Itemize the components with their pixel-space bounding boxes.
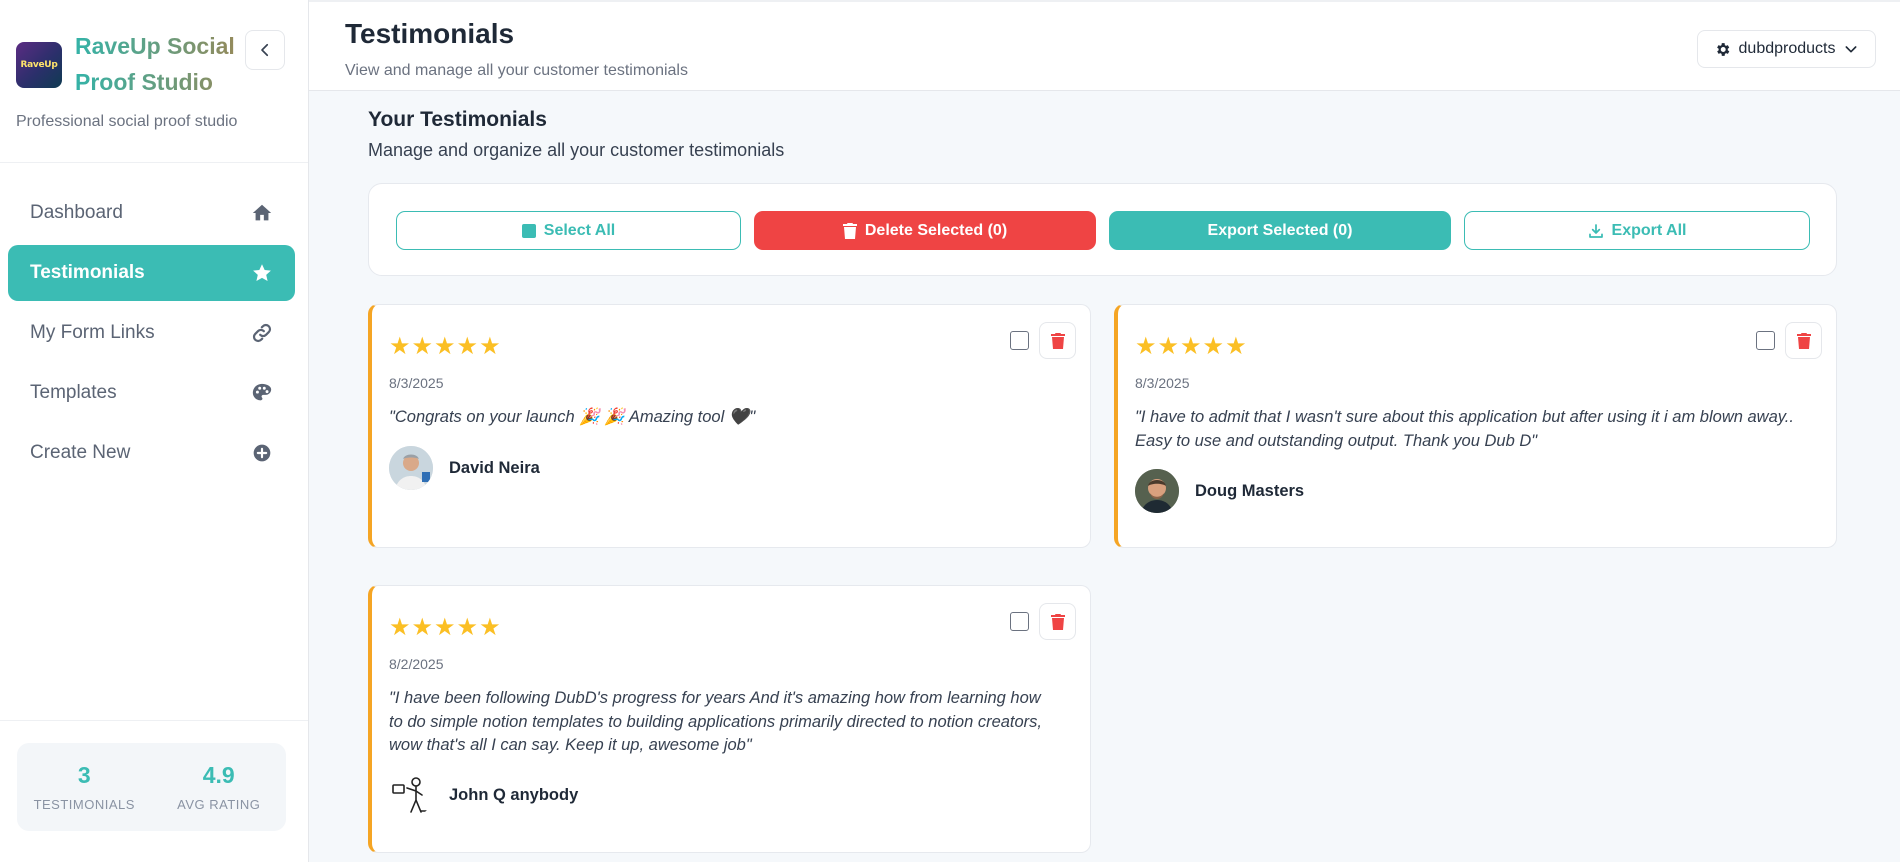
palette-icon bbox=[251, 382, 273, 404]
trash-icon bbox=[1796, 332, 1811, 349]
stats-panel: 3 TESTIMONIALS 4.9 AVG RATING bbox=[17, 743, 286, 831]
author-name: David Neira bbox=[449, 458, 540, 477]
select-checkbox[interactable] bbox=[1010, 612, 1029, 631]
avatar bbox=[389, 446, 433, 490]
chevron-down-icon bbox=[1846, 46, 1857, 53]
testimonial-card: ★★★★★ 8/3/2025 "I have to admit that I w… bbox=[1114, 304, 1837, 548]
sidebar-item-label: Create New bbox=[30, 442, 131, 463]
home-icon bbox=[251, 202, 273, 224]
stat-avg-rating: 4.9 AVG RATING bbox=[152, 743, 287, 831]
sidebar-divider bbox=[0, 720, 308, 721]
plus-circle-icon bbox=[251, 442, 273, 464]
sidebar: RaveUp RaveUp Social Proof Studio Profes… bbox=[0, 0, 309, 862]
avatar bbox=[389, 773, 433, 817]
export-all-button[interactable]: Export All bbox=[1464, 211, 1810, 250]
page-title: Testimonials bbox=[345, 18, 515, 49]
sidebar-item-templates[interactable]: Templates bbox=[8, 365, 295, 421]
quote-line: "I have been following DubD's progress f… bbox=[389, 689, 1041, 707]
author-name: Doug Masters bbox=[1195, 481, 1305, 500]
section-title: Your Testimonials bbox=[368, 108, 547, 131]
select-checkbox[interactable] bbox=[1010, 331, 1029, 350]
sidebar-item-create-new[interactable]: Create New bbox=[8, 425, 295, 481]
collapse-sidebar-button[interactable] bbox=[245, 30, 285, 70]
trash-icon bbox=[1050, 332, 1065, 349]
select-all-button[interactable]: Select All bbox=[396, 211, 741, 250]
delete-testimonial-button[interactable] bbox=[1039, 322, 1076, 359]
stat-testimonials: 3 TESTIMONIALS bbox=[17, 743, 152, 831]
sidebar-item-dashboard[interactable]: Dashboard bbox=[8, 185, 295, 241]
testimonial-quote: "Congrats on your launch 🎉 🎉 Amazing too… bbox=[389, 406, 755, 430]
quote-line: wow that's all I can say. Keep it up, aw… bbox=[389, 736, 752, 754]
account-dropdown[interactable]: dubdproducts bbox=[1697, 30, 1876, 68]
delete-selected-label: Delete Selected (0) bbox=[864, 221, 1008, 239]
sidebar-nav: Dashboard Testimonials My Form Links Tem… bbox=[8, 185, 295, 485]
square-icon bbox=[521, 223, 536, 238]
delete-testimonial-button[interactable] bbox=[1785, 322, 1822, 359]
star-rating: ★★★★★ bbox=[389, 613, 502, 641]
testimonial-author: John Q anybody bbox=[389, 773, 578, 817]
brand-name: RaveUp Social Proof Studio bbox=[75, 28, 255, 100]
trash-icon bbox=[1050, 613, 1065, 630]
brand-tagline: Professional social proof studio bbox=[16, 113, 238, 130]
chevron-left-icon bbox=[261, 43, 269, 57]
stat-value: 3 bbox=[77, 762, 91, 788]
author-name: John Q anybody bbox=[449, 785, 579, 804]
quote-line: "Congrats on your launch 🎉 🎉 Amazing too… bbox=[389, 408, 756, 426]
link-icon bbox=[251, 322, 273, 344]
page-subtitle: View and manage all your customer testim… bbox=[345, 62, 688, 79]
quote-line: "I have to admit that I wasn't sure abou… bbox=[1135, 408, 1794, 426]
testimonial-author: Doug Masters bbox=[1135, 469, 1304, 513]
export-all-label: Export All bbox=[1611, 221, 1687, 239]
top-header: Testimonials View and manage all your cu… bbox=[309, 0, 1900, 91]
star-rating: ★★★★★ bbox=[389, 332, 502, 360]
section-subtitle: Manage and organize all your customer te… bbox=[368, 140, 785, 160]
account-name: dubdproducts bbox=[1738, 40, 1836, 57]
delete-selected-button[interactable]: Delete Selected (0) bbox=[754, 211, 1096, 250]
sidebar-divider bbox=[0, 162, 308, 163]
sidebar-item-form-links[interactable]: My Form Links bbox=[8, 305, 295, 361]
testimonial-date: 8/2/2025 bbox=[389, 656, 444, 672]
app-logo: RaveUp bbox=[16, 42, 62, 88]
star-rating: ★★★★★ bbox=[1135, 332, 1248, 360]
testimonial-card: ★★★★★ 8/3/2025 "Congrats on your launch … bbox=[368, 304, 1091, 548]
sidebar-item-label: Dashboard bbox=[30, 202, 123, 223]
testimonial-author: David Neira bbox=[389, 446, 540, 490]
sidebar-item-label: Templates bbox=[30, 382, 117, 403]
testimonial-quote: "I have been following DubD's progress f… bbox=[389, 687, 1042, 758]
quote-line: to do simple notion templates to buildin… bbox=[389, 712, 1043, 731]
brand: RaveUp bbox=[16, 28, 62, 88]
export-selected-button[interactable]: Export Selected (0) bbox=[1109, 211, 1451, 250]
select-checkbox[interactable] bbox=[1756, 331, 1775, 350]
sidebar-item-testimonials[interactable]: Testimonials bbox=[8, 245, 295, 301]
stat-value: 4.9 bbox=[202, 762, 235, 788]
star-icon bbox=[251, 262, 273, 284]
testimonial-card: ★★★★★ 8/2/2025 "I have been following Du… bbox=[368, 585, 1091, 853]
bulk-actions-toolbar: Select All Delete Selected (0) Export Se… bbox=[368, 183, 1837, 276]
stat-label: AVG RATING bbox=[177, 797, 261, 812]
testimonial-quote: "I have to admit that I wasn't sure abou… bbox=[1135, 406, 1794, 453]
select-all-label: Select All bbox=[543, 221, 616, 239]
delete-testimonial-button[interactable] bbox=[1039, 603, 1076, 640]
stat-label: TESTIMONIALS bbox=[33, 797, 135, 812]
sidebar-item-label: Testimonials bbox=[30, 262, 145, 283]
download-icon bbox=[1588, 223, 1603, 238]
trash-icon bbox=[842, 222, 857, 239]
quote-line: Easy to use and outstanding output. Than… bbox=[1135, 431, 1538, 450]
sidebar-item-label: My Form Links bbox=[30, 322, 155, 343]
testimonial-date: 8/3/2025 bbox=[389, 375, 444, 391]
gear-icon bbox=[1716, 42, 1729, 56]
testimonial-date: 8/3/2025 bbox=[1135, 375, 1190, 391]
export-selected-label: Export Selected (0) bbox=[1207, 221, 1353, 239]
avatar bbox=[1135, 469, 1179, 513]
